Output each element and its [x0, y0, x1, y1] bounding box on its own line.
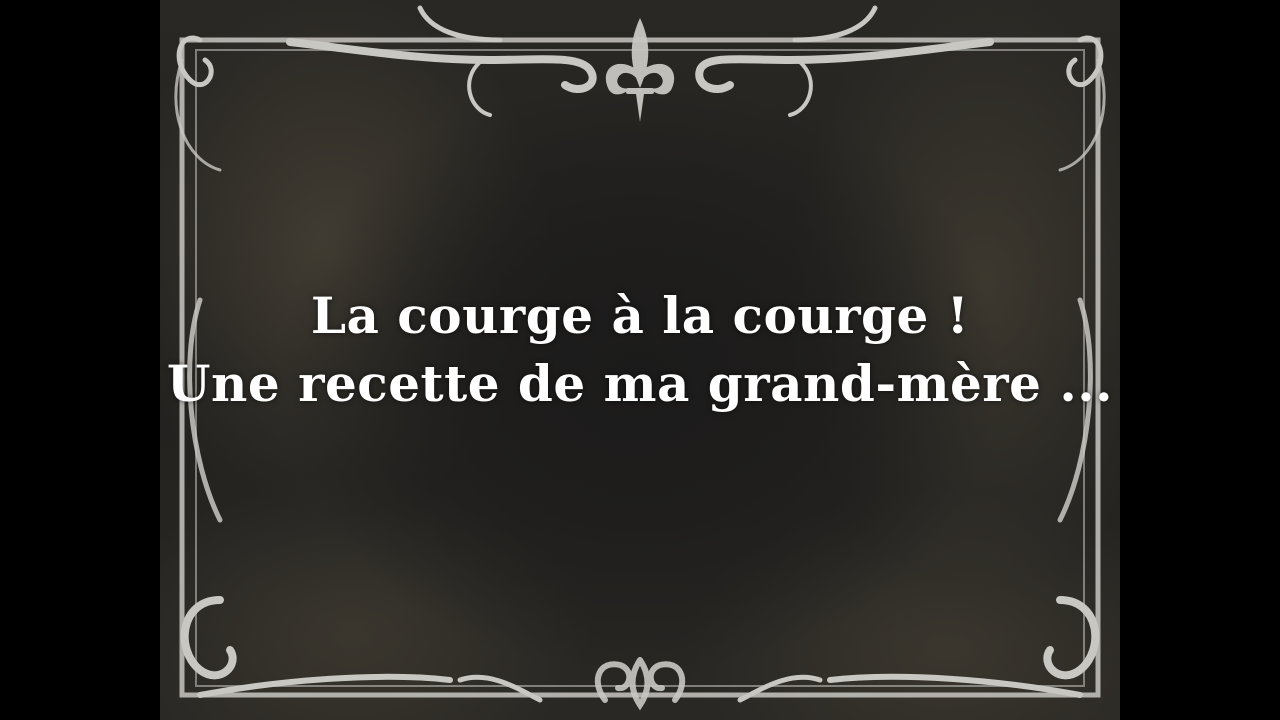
title-line-1: La courge à la courge ! — [310, 286, 970, 345]
title-card: La courge à la courge ! Une recette de m… — [160, 0, 1120, 720]
title-line-2: Une recette de ma grand-mère ... — [166, 354, 1114, 413]
fleur-de-lis-icon — [605, 18, 675, 122]
slide-stage: La courge à la courge ! Une recette de m… — [0, 0, 1280, 720]
slide-title: La courge à la courge ! Une recette de m… — [160, 282, 1120, 418]
scroll-ornament-icon — [594, 657, 686, 711]
